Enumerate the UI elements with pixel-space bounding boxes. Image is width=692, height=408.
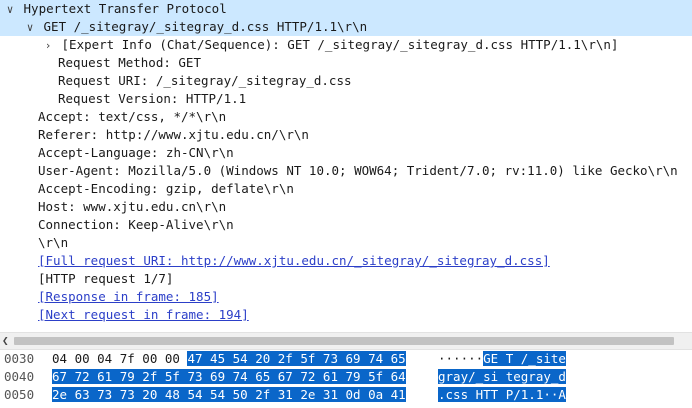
tree-node-connection[interactable]: Connection: Keep-Alive\r\n [0, 216, 692, 234]
hex-offset: 0050 [4, 387, 35, 402]
ascii-highlighted: gray/_si tegray_d [438, 369, 566, 384]
hex-ascii[interactable]: ······GE T /_site [438, 350, 566, 368]
hex-row[interactable]: 0040 67 72 61 79 2f 5f 73 69 74 65 67 72… [0, 368, 692, 386]
hex-offset: 0040 [4, 369, 35, 384]
tree-node-label: Accept-Encoding: gzip, deflate\r\n [38, 181, 294, 196]
tree-node-label: Accept: text/css, */*\r\n [38, 109, 227, 124]
hex-row[interactable]: 0050 2e 63 73 73 20 48 54 54 50 2f 31 2e… [0, 386, 692, 404]
tree-node-http[interactable]: ∨ Hypertext Transfer Protocol [0, 0, 692, 18]
tree-node-full-request-uri[interactable]: [Full request URI: http://www.xjtu.edu.c… [0, 252, 692, 270]
hex-bytes-plain: 04 00 04 7f 00 00 [52, 351, 188, 366]
hex-row[interactable]: 0030 04 00 04 7f 00 00 47 45 54 20 2f 5f… [0, 350, 692, 368]
tree-node-next-request[interactable]: [Next request in frame: 194] [0, 306, 692, 324]
tree-node-http-request[interactable]: [HTTP request 1/7] [0, 270, 692, 288]
tree-node-host[interactable]: Host: www.xjtu.edu.cn\r\n [0, 198, 692, 216]
tree-node-label: Hypertext Transfer Protocol [23, 1, 227, 16]
ascii-plain: ······ [438, 351, 484, 366]
tree-node-label: Request Method: GET [58, 55, 201, 70]
scroll-left-icon[interactable]: ❮ [2, 334, 9, 347]
packet-details-tree: ∨ Hypertext Transfer Protocol ∨ GET /_si… [0, 0, 692, 332]
tree-node-label: User-Agent: Mozilla/5.0 (Windows NT 10.0… [38, 163, 678, 178]
tree-node-label: [Expert Info (Chat/Sequence): GET /_site… [61, 37, 619, 52]
tree-node-request-line[interactable]: ∨ GET /_sitegray/_sitegray_d.css HTTP/1.… [0, 18, 692, 36]
hex-ascii[interactable]: gray/_si tegray_d [438, 368, 566, 386]
packet-bytes-pane: 0030 04 00 04 7f 00 00 47 45 54 20 2f 5f… [0, 350, 692, 408]
ascii-highlighted: GE T /_site [483, 351, 566, 366]
tree-node-label: Request Version: HTTP/1.1 [58, 91, 247, 106]
hex-bytes[interactable]: 67 72 61 79 2f 5f 73 69 74 65 67 72 61 7… [52, 368, 406, 386]
tree-node-accept[interactable]: Accept: text/css, */*\r\n [0, 108, 692, 126]
chevron-down-icon[interactable]: ∨ [4, 1, 16, 19]
hex-bytes-highlighted: 67 72 61 79 2f 5f 73 69 74 65 67 72 61 7… [52, 369, 406, 384]
tree-node-label: [HTTP request 1/7] [38, 271, 174, 286]
next-request-link[interactable]: [Next request in frame: 194] [38, 307, 249, 322]
tree-node-referer[interactable]: Referer: http://www.xjtu.edu.cn/\r\n [0, 126, 692, 144]
tree-node-label: GET /_sitegray/_sitegray_d.css HTTP/1.1\… [43, 19, 368, 34]
hex-bytes-highlighted: 2e 63 73 73 20 48 54 54 50 2f 31 2e 31 0… [52, 387, 406, 402]
hex-bytes[interactable]: 04 00 04 7f 00 00 47 45 54 20 2f 5f 73 6… [52, 350, 406, 368]
tree-node-response-in-frame[interactable]: [Response in frame: 185] [0, 288, 692, 306]
tree-node-label: Request URI: /_sitegray/_sitegray_d.css [58, 73, 352, 88]
ascii-highlighted: .css HTT P/1.1··A [438, 387, 566, 402]
chevron-right-icon[interactable]: › [42, 37, 54, 55]
full-request-uri-link[interactable]: [Full request URI: http://www.xjtu.edu.c… [38, 253, 550, 268]
tree-node-request-uri[interactable]: Request URI: /_sitegray/_sitegray_d.css [0, 72, 692, 90]
hex-ascii[interactable]: .css HTT P/1.1··A [438, 386, 566, 404]
tree-node-accept-language[interactable]: Accept-Language: zh-CN\r\n [0, 144, 692, 162]
hex-offset: 0030 [4, 351, 35, 366]
tree-node-label: Connection: Keep-Alive\r\n [38, 217, 234, 232]
tree-node-user-agent[interactable]: User-Agent: Mozilla/5.0 (Windows NT 10.0… [0, 162, 692, 180]
tree-node-request-method[interactable]: Request Method: GET [0, 54, 692, 72]
tree-node-label: Host: www.xjtu.edu.cn\r\n [38, 199, 227, 214]
tree-node-label: Accept-Language: zh-CN\r\n [38, 145, 234, 160]
chevron-down-icon[interactable]: ∨ [24, 19, 36, 37]
scrollbar-thumb[interactable] [14, 337, 674, 345]
horizontal-scrollbar[interactable]: ❮ [0, 332, 692, 350]
hex-bytes-highlighted: 47 45 54 20 2f 5f 73 69 74 65 [187, 351, 406, 366]
tree-node-label: \r\n [38, 235, 69, 250]
tree-node-accept-encoding[interactable]: Accept-Encoding: gzip, deflate\r\n [0, 180, 692, 198]
tree-node-expert-info[interactable]: › [Expert Info (Chat/Sequence): GET /_si… [0, 36, 692, 54]
hex-bytes[interactable]: 2e 63 73 73 20 48 54 54 50 2f 31 2e 31 0… [52, 386, 406, 404]
response-in-frame-link[interactable]: [Response in frame: 185] [38, 289, 219, 304]
tree-node-crlf[interactable]: \r\n [0, 234, 692, 252]
tree-node-label: Referer: http://www.xjtu.edu.cn/\r\n [38, 127, 309, 142]
tree-node-request-version[interactable]: Request Version: HTTP/1.1 [0, 90, 692, 108]
